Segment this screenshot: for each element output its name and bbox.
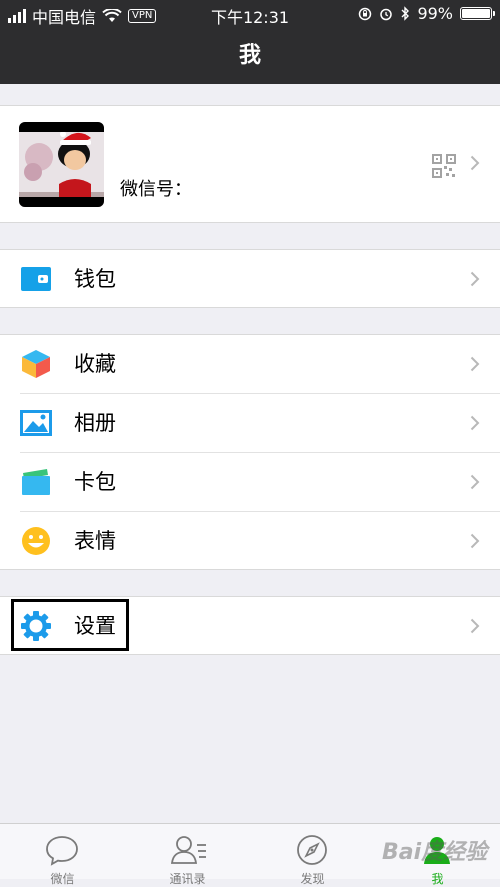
menu-item-favorites[interactable]: 收藏: [0, 335, 500, 393]
wallet-group: 钱包: [0, 249, 500, 308]
contacts-icon: [170, 836, 206, 864]
compass-icon: [297, 835, 327, 865]
tab-discover[interactable]: 发现: [250, 824, 375, 886]
qr-code-icon[interactable]: [432, 154, 456, 178]
alarm-icon: [380, 8, 393, 20]
settings-highlight-box: [11, 599, 129, 651]
features-group: 收藏 相册 卡包 表情: [0, 334, 500, 570]
chevron-right-icon: [470, 271, 480, 287]
wallet-icon: [21, 267, 51, 291]
tab-chats[interactable]: 微信: [0, 824, 125, 886]
chevron-right-icon: [470, 415, 480, 431]
chevron-right-icon: [470, 618, 480, 634]
card-wallet-icon: [22, 469, 50, 495]
smiley-face-icon: [22, 527, 50, 555]
battery-percent: 99%: [417, 4, 453, 23]
tab-contacts[interactable]: 通讯录: [125, 824, 250, 886]
watermark: Bai度经验: [382, 840, 488, 865]
profile-card[interactable]: 微信号：: [0, 105, 500, 223]
wechat-id-label: 微信号：: [120, 179, 192, 200]
chevron-right-icon: [470, 155, 480, 171]
bluetooth-icon: [401, 6, 410, 21]
page-title: 我: [0, 28, 500, 84]
album-icon: [20, 410, 52, 436]
rotation-lock-icon: [359, 7, 372, 20]
menu-label-stickers: 表情: [74, 529, 116, 553]
chevron-right-icon: [470, 474, 480, 490]
menu-label-album: 相册: [74, 411, 116, 435]
menu-item-wallet[interactable]: 钱包: [0, 250, 500, 308]
menu-item-stickers[interactable]: 表情: [0, 512, 500, 570]
status-bar: 中国电信 VPN 下午12:31 99%: [0, 0, 500, 28]
menu-label-favorites: 收藏: [74, 352, 116, 376]
menu-label-wallet: 钱包: [74, 267, 116, 291]
battery-icon: [460, 7, 495, 20]
chat-bubble-icon: [46, 836, 78, 866]
avatar[interactable]: [19, 122, 104, 207]
menu-item-cards[interactable]: 卡包: [0, 453, 500, 511]
favorites-cube-icon: [22, 350, 50, 378]
menu-label-cards: 卡包: [74, 470, 116, 494]
menu-item-album[interactable]: 相册: [0, 394, 500, 452]
chevron-right-icon: [470, 533, 480, 549]
chevron-right-icon: [470, 356, 480, 372]
